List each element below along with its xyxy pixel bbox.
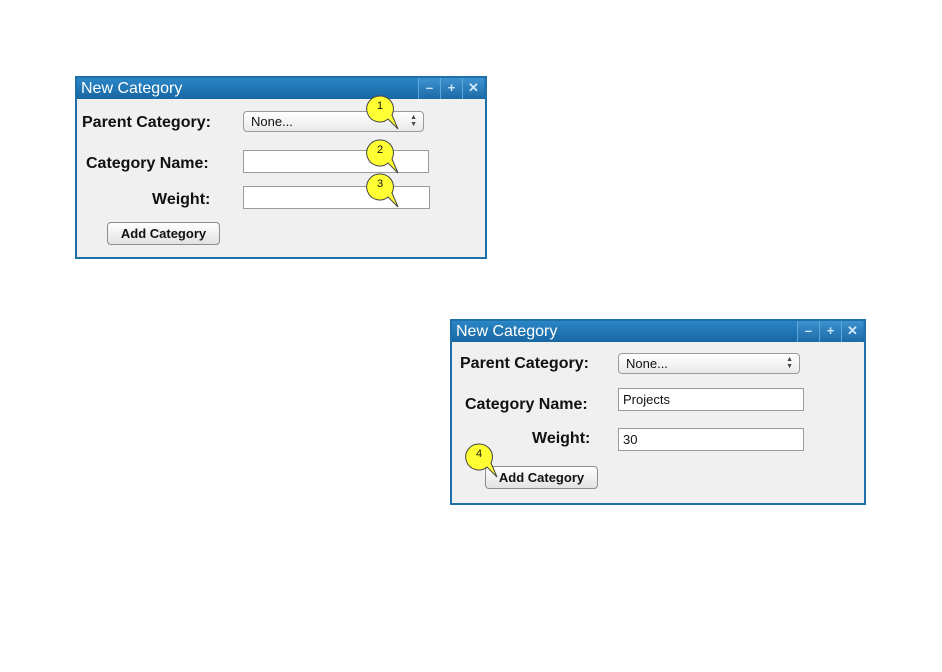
callout-4: 4 xyxy=(465,443,499,479)
window-title: New Category xyxy=(81,80,183,97)
minimize-button[interactable]: – xyxy=(418,78,440,99)
category-name-input[interactable] xyxy=(243,150,429,173)
weight-input[interactable] xyxy=(243,186,430,209)
callout-number: 3 xyxy=(376,178,384,190)
callout-2: 2 xyxy=(366,139,400,175)
category-name-label: Category Name: xyxy=(86,155,209,172)
parent-category-value: None... xyxy=(251,114,293,129)
parent-category-label: Parent Category: xyxy=(460,355,589,372)
maximize-button[interactable]: + xyxy=(819,321,841,342)
select-arrows-icon: ▲ ▼ xyxy=(410,114,417,128)
callout-1: 1 xyxy=(366,95,400,131)
minimize-button[interactable]: – xyxy=(797,321,819,342)
select-arrows-icon: ▲ ▼ xyxy=(786,356,793,370)
new-category-window-empty: New Category – + ✕ Parent Category: None… xyxy=(75,76,487,259)
category-name-input[interactable] xyxy=(618,388,804,411)
callout-number: 2 xyxy=(376,144,384,156)
parent-category-select[interactable]: None... ▲ ▼ xyxy=(618,353,800,374)
category-name-label: Category Name: xyxy=(465,396,588,413)
weight-label: Weight: xyxy=(532,430,591,447)
window-title: New Category xyxy=(456,323,558,340)
maximize-button[interactable]: + xyxy=(440,78,462,99)
callout-3: 3 xyxy=(366,173,400,209)
add-category-button[interactable]: Add Category xyxy=(107,222,220,245)
window-titlebar[interactable]: New Category – + ✕ xyxy=(452,321,864,342)
weight-input[interactable] xyxy=(618,428,804,451)
window-titlebar[interactable]: New Category – + ✕ xyxy=(77,78,485,99)
new-category-window-filled: New Category – + ✕ Parent Category: None… xyxy=(450,319,866,505)
close-button[interactable]: ✕ xyxy=(841,321,863,342)
parent-category-value: None... xyxy=(626,356,668,371)
add-category-button[interactable]: Add Category xyxy=(485,466,598,489)
close-button[interactable]: ✕ xyxy=(462,78,484,99)
callout-number: 1 xyxy=(376,100,384,112)
weight-label: Weight: xyxy=(152,191,211,208)
callout-number: 4 xyxy=(475,448,483,460)
parent-category-label: Parent Category: xyxy=(82,114,211,131)
